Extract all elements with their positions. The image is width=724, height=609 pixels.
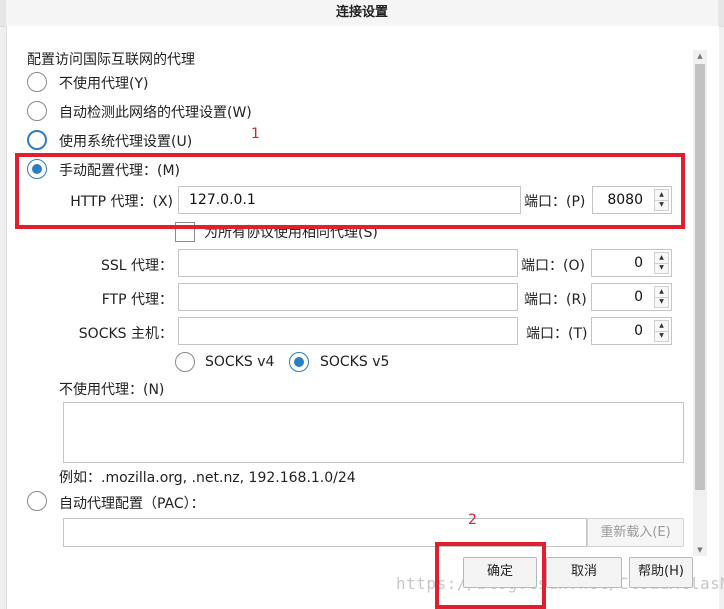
label-socks-v4: SOCKS v4 bbox=[205, 354, 275, 370]
radio-pac[interactable] bbox=[27, 491, 47, 511]
dialog-content: 配置访问国际互联网的代理 不使用代理(Y) 自动检测此网络的代理设置(W) 使用… bbox=[6, 26, 724, 609]
socks-host-label: SOCKS 主机： bbox=[78, 326, 173, 342]
spin-down-icon[interactable]: ▼ bbox=[655, 331, 668, 341]
ssl-port-label: 端口：(O) bbox=[521, 258, 585, 274]
radio-system-proxy[interactable] bbox=[27, 130, 47, 150]
socks-port-stepper[interactable]: 0 ▲ ▼ bbox=[591, 317, 672, 345]
no-proxy-for-textarea[interactable] bbox=[63, 402, 684, 463]
window-titlebar: 连接设置 bbox=[0, 0, 724, 27]
ftp-port-arrows: ▲ ▼ bbox=[654, 286, 669, 308]
annotation-2: 2 bbox=[468, 512, 477, 528]
radio-auto-detect[interactable] bbox=[27, 101, 47, 121]
ssl-proxy-input[interactable] bbox=[178, 249, 518, 277]
titlebar-edge-left bbox=[0, 0, 6, 26]
ftp-port-label: 端口：(R) bbox=[524, 292, 587, 308]
group-title: 配置访问国际互联网的代理 bbox=[27, 52, 195, 68]
annotation-1: 1 bbox=[251, 126, 260, 142]
ftp-port-value: 0 bbox=[634, 289, 643, 305]
highlight-box-ok bbox=[435, 542, 546, 609]
vertical-scrollbar[interactable]: ▲ ▼ bbox=[693, 50, 707, 556]
socks-port-label: 端口：(T) bbox=[526, 326, 588, 342]
window-title: 连接设置 bbox=[335, 5, 388, 20]
ssl-port-value: 0 bbox=[634, 255, 643, 271]
radio-no-proxy[interactable] bbox=[27, 72, 47, 92]
label-no-proxy: 不使用代理(Y) bbox=[59, 76, 149, 92]
ftp-proxy-label: FTP 代理： bbox=[101, 292, 173, 308]
socks-host-input[interactable] bbox=[178, 317, 518, 345]
no-proxy-for-label: 不使用代理：(N) bbox=[59, 382, 165, 398]
ftp-port-stepper[interactable]: 0 ▲ ▼ bbox=[591, 283, 672, 311]
ssl-port-stepper[interactable]: 0 ▲ ▼ bbox=[591, 249, 672, 277]
scroll-up-icon[interactable]: ▲ bbox=[693, 50, 707, 62]
label-system-proxy: 使用系统代理设置(U) bbox=[59, 134, 193, 150]
radio-socks-v4[interactable] bbox=[175, 352, 195, 372]
highlight-box-manual bbox=[15, 153, 685, 229]
no-proxy-example: 例如：.mozilla.org, .net.nz, 192.168.1.0/24 bbox=[59, 470, 356, 486]
spin-down-icon[interactable]: ▼ bbox=[655, 263, 668, 273]
reload-pac-button[interactable]: 重新载入(E) bbox=[587, 518, 684, 547]
scrollbar-thumb[interactable] bbox=[695, 64, 705, 490]
socks-port-value: 0 bbox=[634, 323, 643, 339]
spin-down-icon[interactable]: ▼ bbox=[655, 297, 668, 307]
socks-port-arrows: ▲ ▼ bbox=[654, 320, 669, 342]
scroll-down-icon[interactable]: ▼ bbox=[693, 544, 707, 556]
help-button[interactable]: 帮助(H) bbox=[629, 557, 693, 588]
label-auto-detect: 自动检测此网络的代理设置(W) bbox=[59, 105, 252, 121]
ssl-port-arrows: ▲ ▼ bbox=[654, 252, 669, 274]
label-pac: 自动代理配置（PAC）： bbox=[59, 496, 205, 512]
titlebar-edge-right bbox=[718, 0, 724, 26]
label-socks-v5: SOCKS v5 bbox=[320, 354, 390, 370]
ssl-proxy-label: SSL 代理： bbox=[100, 258, 173, 274]
radio-socks-v5[interactable] bbox=[289, 352, 309, 372]
cancel-button[interactable]: 取消 bbox=[546, 557, 622, 588]
ftp-proxy-input[interactable] bbox=[178, 283, 518, 311]
